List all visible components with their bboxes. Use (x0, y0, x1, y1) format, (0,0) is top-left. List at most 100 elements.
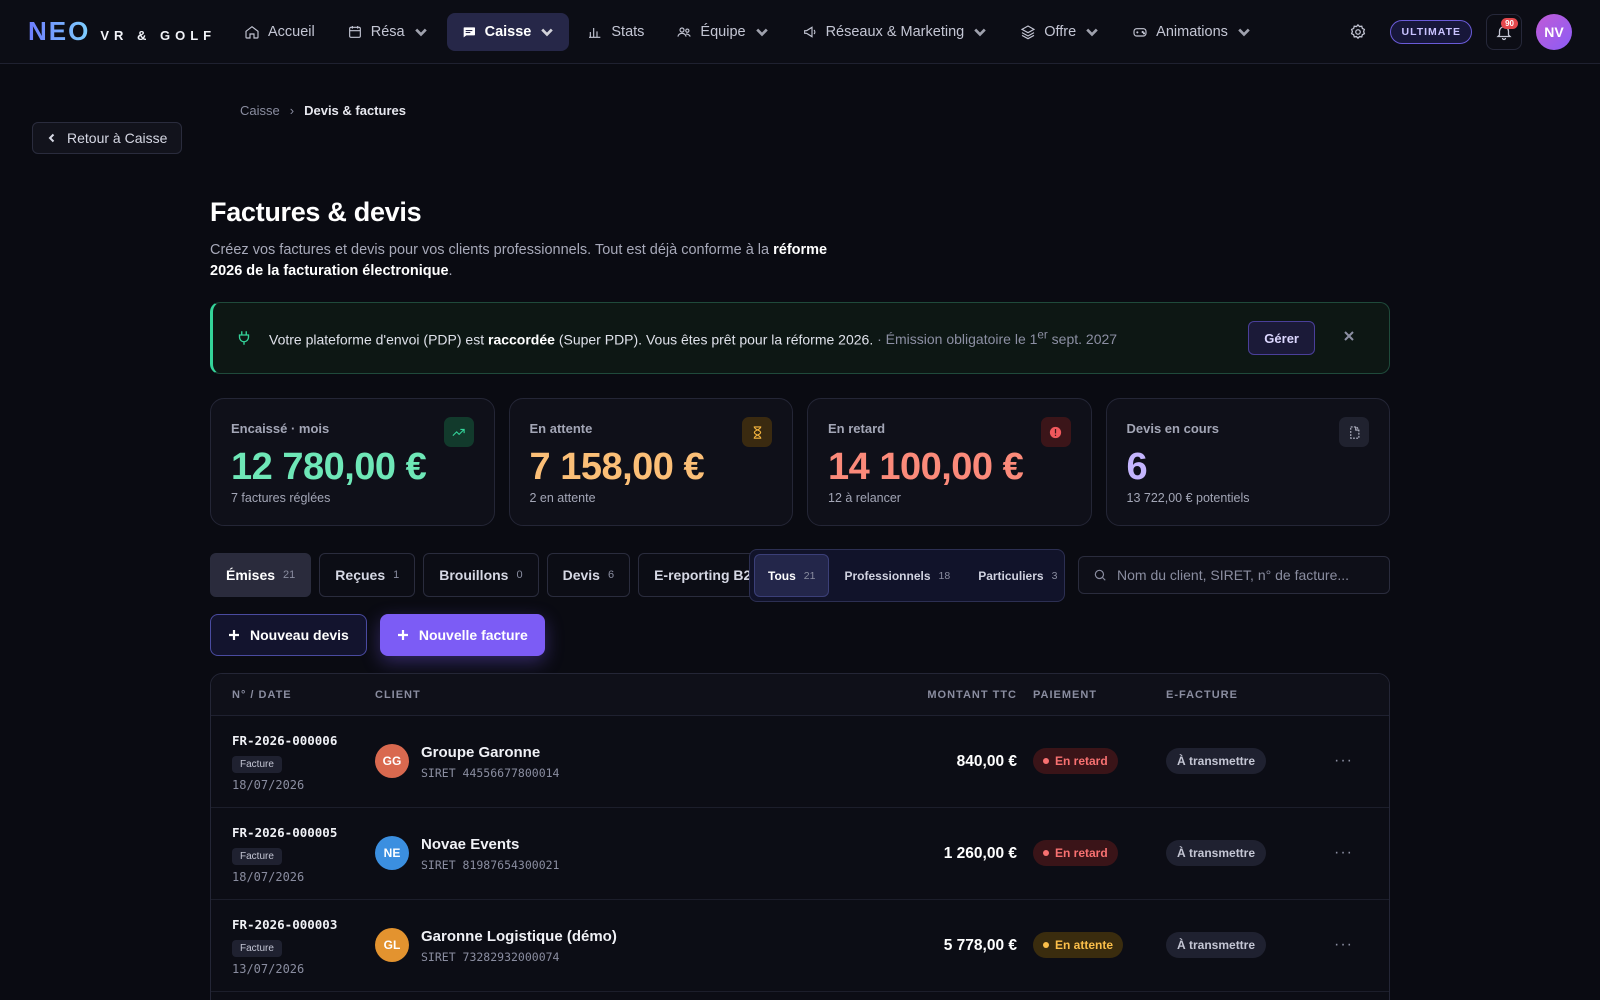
tab-brouillons[interactable]: Brouillons 0 (423, 553, 539, 597)
plus-icon (229, 630, 239, 640)
amount-ttc: 840,00 € (956, 753, 1017, 770)
banner-text-end: (Super PDP). Vous êtes prêt pour la réfo… (554, 331, 874, 348)
layers-icon (1021, 25, 1036, 40)
tab-emises[interactable]: Émises 21 (210, 553, 312, 597)
client-siret: SIRET 81987654300021 (421, 858, 560, 872)
nav-item-offre[interactable]: Offre (1006, 13, 1114, 51)
invoice-number[interactable]: FR-2026-000006 (232, 733, 337, 748)
invoice-number[interactable]: FR-2026-000003 (232, 917, 337, 932)
nav-item-stats[interactable]: Stats (573, 13, 658, 51)
column-header-number-date[interactable]: N° / DATE (232, 689, 292, 701)
new-quote-button[interactable]: Nouveau devis (210, 614, 367, 656)
more-options-icon[interactable]: ··· (1334, 936, 1353, 954)
amount-ttc: 1 260,00 € (943, 845, 1017, 862)
tab-count: 21 (283, 569, 296, 581)
client-siret: SIRET 73282932000074 (421, 950, 560, 964)
column-header-payment[interactable]: PAIEMENT (1033, 689, 1097, 701)
main-nav: Accueil Résa Caisse Stats Équipe Réseaux… (230, 13, 1266, 51)
invoice-number[interactable]: FR-2026-000005 (232, 825, 337, 840)
stat-label: En retard (828, 421, 886, 436)
stat-label: Encaissé · mois (231, 421, 330, 436)
nav-item-animations[interactable]: Animations (1118, 13, 1266, 51)
tab-count: 0 (516, 569, 523, 581)
segment-count: 3 (1051, 569, 1058, 582)
client-name[interactable]: Garonne Logistique (démo) (421, 928, 617, 945)
nav-label: Accueil (268, 24, 315, 40)
segment-professionnels[interactable]: Professionnels 18 (831, 554, 963, 597)
client-avatar: GG (375, 744, 409, 778)
status-dot (1043, 942, 1049, 948)
nav-item-caisse[interactable]: Caisse (446, 13, 570, 51)
settings-button[interactable] (1340, 14, 1376, 50)
subtitle-end: . (448, 263, 453, 279)
gamepad-icon (1133, 28, 1147, 37)
more-options-icon[interactable]: ··· (1334, 844, 1353, 862)
notifications-button[interactable]: 90 (1486, 14, 1522, 50)
close-banner-button[interactable] (1343, 329, 1361, 347)
payment-status-label: En attente (1055, 938, 1114, 952)
nav-item-equipe[interactable]: Équipe (662, 13, 783, 51)
search-box (1078, 556, 1390, 594)
nav-item-resa[interactable]: Résa (333, 13, 443, 51)
payment-status-badge: En retard (1033, 840, 1118, 866)
amount-ttc: 5 778,00 € (943, 937, 1017, 954)
plus-icon (397, 630, 408, 640)
tab-label: E-reporting B2C (654, 567, 762, 583)
einvoice-status-badge: À transmettre (1166, 840, 1267, 866)
plug-icon (235, 329, 253, 347)
page-subtitle: Créez vos factures et devis pour vos cli… (210, 240, 830, 282)
user-avatar[interactable]: NV (1536, 14, 1572, 50)
segment-tous[interactable]: Tous 21 (754, 554, 830, 597)
hourglass-icon (742, 417, 772, 447)
new-invoice-button[interactable]: Nouvelle facture (379, 614, 545, 656)
client-name[interactable]: Groupe Garonne (421, 744, 540, 761)
table-row[interactable]: FR-2026-000006 Facture 18/07/2026 GG Gro… (211, 716, 1389, 808)
status-dot (1043, 850, 1049, 856)
tab-recues[interactable]: Reçues 1 (319, 553, 416, 597)
table-row[interactable]: FR-2026-000003 Facture 13/07/2026 GL Gar… (211, 900, 1389, 992)
brand-subtitle: VR & GOLF (100, 28, 217, 43)
stat-value: 7 158,00 € (529, 446, 705, 488)
notification-count: 90 (1501, 18, 1518, 29)
banner-note-sup: er (1037, 328, 1048, 342)
nav-item-reseaux-marketing[interactable]: Réseaux & Marketing (788, 13, 1003, 51)
segment-label: Professionnels (844, 568, 931, 583)
nav-label: Réseaux & Marketing (825, 24, 965, 40)
tab-label: Reçues (335, 567, 386, 583)
subtitle-text: Créez vos factures et devis pour vos cli… (210, 242, 774, 258)
tab-label: Devis (562, 567, 600, 583)
create-actions: Nouveau devis Nouvelle facture (210, 614, 545, 656)
column-header-einvoice[interactable]: E-FACTURE (1166, 689, 1238, 701)
column-header-amount[interactable]: MONTANT TTC (927, 689, 1017, 701)
trending-up-icon (443, 417, 474, 447)
column-header-client[interactable]: CLIENT (375, 689, 421, 701)
segment-particuliers[interactable]: Particuliers 3 (965, 554, 1070, 597)
table-row[interactable]: FR-2026-000005 Facture 18/07/2026 NE Nov… (211, 808, 1389, 900)
segment-count: 18 (938, 569, 951, 582)
back-to-caisse-button[interactable]: Retour à Caisse (32, 122, 183, 154)
plan-badge[interactable]: ULTIMATE (1390, 20, 1472, 44)
client-name[interactable]: Novae Events (421, 836, 519, 853)
einvoice-status-badge: À transmettre (1166, 748, 1267, 774)
nav-item-accueil[interactable]: Accueil (230, 13, 329, 51)
top-navigation-bar: NEO VR & GOLF Accueil Résa Caisse Stats … (0, 0, 1600, 64)
gear-icon (1351, 23, 1366, 40)
breadcrumb-parent[interactable]: Caisse (240, 103, 280, 118)
topbar-actions: ULTIMATE 90 NV (1340, 14, 1572, 50)
stat-card-quotes: Devis en cours 6 13 722,00 € potentiels (1105, 398, 1390, 526)
invoice-tabs: Émises 21 Reçues 1 Brouillons 0 Devis 6 … (210, 553, 778, 597)
search-input[interactable] (1117, 567, 1375, 583)
manage-pdp-button[interactable]: Gérer (1248, 321, 1315, 355)
tab-devis[interactable]: Devis 6 (546, 553, 631, 597)
payment-status-label: En retard (1055, 754, 1108, 768)
stat-sub: 13 722,00 € potentiels (1126, 491, 1250, 505)
payment-status-badge: En attente (1033, 932, 1124, 958)
stat-sub: 7 factures réglées (231, 491, 331, 505)
tab-count: 6 (607, 569, 615, 581)
chevron-down-icon (755, 28, 768, 37)
brand-logo[interactable]: NEO VR & GOLF (28, 16, 216, 47)
more-options-icon[interactable]: ··· (1334, 752, 1353, 770)
stat-value: 14 100,00 € (828, 446, 1024, 488)
megaphone-icon (803, 26, 816, 38)
document-type-badge: Facture (232, 848, 282, 865)
